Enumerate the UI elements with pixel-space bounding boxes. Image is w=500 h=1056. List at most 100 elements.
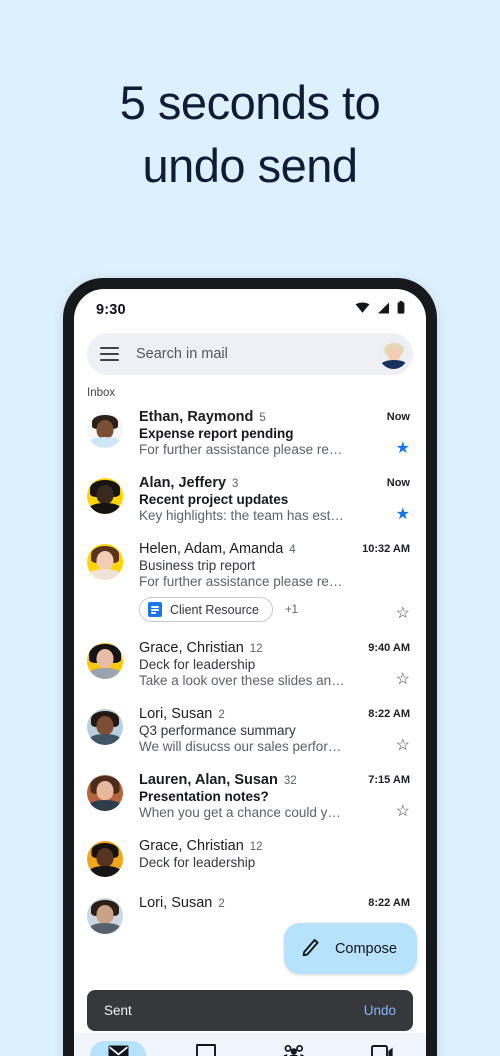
mail-senders: Grace, Christian xyxy=(139,838,244,854)
mail-senders: Helen, Adam, Amanda xyxy=(139,541,284,557)
mail-snippet: When you get a chance could you se xyxy=(139,805,348,820)
cellular-signal-icon xyxy=(377,301,390,319)
table-row[interactable]: Ethan, Raymond 5 Expense report pending For… xyxy=(74,400,426,466)
mail-snippet: For further assistance please reach ... xyxy=(139,442,348,457)
bottom-navigation xyxy=(74,1033,426,1056)
table-row[interactable]: Grace, Christian 12 Deck for leadership Tak… xyxy=(74,631,426,697)
mail-senders: Ethan, Raymond xyxy=(139,409,254,425)
star-icon[interactable]: ☆ xyxy=(396,738,410,754)
phone-frame: 9:30 Search in mail Inbox Ethan, Raymond… xyxy=(63,278,437,1056)
star-icon[interactable]: ★ xyxy=(396,441,410,457)
mail-thread-count: 3 xyxy=(232,478,239,490)
mail-content: Helen, Adam, Amanda 4 Business trip report… xyxy=(139,541,348,622)
mail-subject: Business trip report xyxy=(139,558,256,573)
avatar[interactable] xyxy=(87,478,123,514)
mail-thread-count: 12 xyxy=(249,841,263,853)
mail-subject: Recent project updates xyxy=(139,492,289,507)
mail-content: Grace, Christian 12 Deck for leadership Tak… xyxy=(139,640,348,688)
mail-snippet: For further assistance please reach... xyxy=(139,574,348,589)
document-icon xyxy=(148,602,162,617)
star-icon[interactable]: ☆ xyxy=(396,606,410,622)
pencil-edit-icon xyxy=(301,936,322,962)
table-row[interactable]: Alan, Jeffery 3 Recent project updates Key … xyxy=(74,466,426,532)
table-row[interactable]: Grace, Christian 12 Deck for leadership xyxy=(74,829,426,886)
video-camera-icon xyxy=(370,1044,394,1056)
mail-meta xyxy=(352,838,410,877)
spaces-tab-pill xyxy=(266,1041,322,1056)
mail-timestamp: 7:15 AM xyxy=(368,774,410,786)
mail-senders: Lori, Susan xyxy=(139,895,213,911)
star-icon[interactable]: ☆ xyxy=(396,672,410,688)
attachment-chip-label: Client Resource xyxy=(170,602,259,617)
avatar[interactable] xyxy=(87,709,123,745)
mail-timestamp: Now xyxy=(386,411,410,423)
page-title-line1: 5 seconds to xyxy=(119,76,381,129)
mail-snippet: Take a look over these slides and le... xyxy=(139,673,348,688)
avatar[interactable] xyxy=(87,775,123,811)
search-bar[interactable]: Search in mail xyxy=(87,333,413,375)
mail-timestamp: 8:22 AM xyxy=(368,897,410,909)
undo-button[interactable]: Undo xyxy=(364,1003,396,1018)
phone-screen: 9:30 Search in mail Inbox Ethan, Raymond… xyxy=(74,289,426,1056)
mail-sender-line: Lori, Susan 2 xyxy=(139,895,348,911)
mail-thread-count: 12 xyxy=(249,643,263,655)
page-title-line2: undo send xyxy=(142,138,358,192)
chat-tab[interactable] xyxy=(162,1033,250,1056)
mail-tab-pill xyxy=(90,1041,146,1056)
status-bar-clock: 9:30 xyxy=(96,302,126,318)
mail-tab[interactable] xyxy=(74,1033,162,1056)
mail-thread-count: 32 xyxy=(283,775,297,787)
inbox-label: Inbox xyxy=(87,387,116,399)
mail-snippet: Key highlights: the team has establi... xyxy=(139,508,348,523)
avatar[interactable] xyxy=(87,643,123,679)
attachment-chip[interactable]: Client Resource xyxy=(139,597,273,622)
wifi-icon xyxy=(355,301,370,319)
search-input[interactable]: Search in mail xyxy=(136,346,379,362)
mail-timestamp: 9:40 AM xyxy=(368,642,410,654)
avatar[interactable] xyxy=(87,412,123,448)
battery-icon xyxy=(397,301,405,319)
mail-subject: Deck for leadership xyxy=(139,657,256,672)
hamburger-menu-icon[interactable] xyxy=(100,347,119,361)
mail-thread-count: 4 xyxy=(289,544,296,556)
avatar[interactable] xyxy=(87,544,123,580)
attachment-more-count: +1 xyxy=(284,603,299,616)
mail-timestamp: Now xyxy=(386,477,410,489)
table-row[interactable]: Lori, Susan 2 Q3 performance summary We wil… xyxy=(74,697,426,763)
mail-senders: Lori, Susan xyxy=(139,706,213,722)
mail-meta: 7:15 AM ☆ xyxy=(352,772,410,820)
star-icon[interactable]: ★ xyxy=(396,507,410,523)
meet-tab[interactable] xyxy=(338,1033,426,1056)
chat-bubble-icon xyxy=(196,1043,216,1056)
mail-list: Ethan, Raymond 5 Expense report pending For… xyxy=(74,400,426,943)
table-row[interactable]: Lauren, Alan, Susan 32 Presentation notes?… xyxy=(74,763,426,829)
avatar[interactable] xyxy=(87,841,123,877)
mail-thread-count: 2 xyxy=(218,709,225,721)
mail-thread-count: 5 xyxy=(259,412,266,424)
mail-timestamp: 10:32 AM xyxy=(362,543,410,555)
mail-sender-line: Ethan, Raymond 5 xyxy=(139,409,348,425)
mail-sender-line: Lori, Susan 2 xyxy=(139,706,348,722)
mail-subject: Presentation notes? xyxy=(139,789,269,804)
mail-snippet: We will disucss our sales performan... xyxy=(139,739,348,754)
mail-content: Alan, Jeffery 3 Recent project updates Key … xyxy=(139,475,348,523)
mail-subject: Expense report pending xyxy=(139,426,294,441)
avatar[interactable] xyxy=(87,898,123,934)
mail-meta: 9:40 AM ☆ xyxy=(352,640,410,688)
mail-meta: Now ★ xyxy=(352,475,410,523)
status-bar: 9:30 xyxy=(74,289,426,331)
snackbar-message: Sent xyxy=(104,1003,132,1018)
mail-content: Lori, Susan 2 Q3 performance summary We wil… xyxy=(139,706,348,754)
mail-sender-line: Lauren, Alan, Susan 32 xyxy=(139,772,348,788)
star-icon[interactable]: ☆ xyxy=(396,804,410,820)
mail-sender-line: Grace, Christian 12 xyxy=(139,838,348,854)
mail-content: Lori, Susan 2 xyxy=(139,895,348,911)
mail-meta: 10:32 AM ☆ xyxy=(352,541,410,622)
account-avatar[interactable] xyxy=(379,339,408,369)
compose-label: Compose xyxy=(334,940,397,957)
spaces-tab[interactable] xyxy=(250,1033,338,1056)
mail-content: Lauren, Alan, Susan 32 Presentation notes?… xyxy=(139,772,348,820)
compose-button[interactable]: Compose xyxy=(283,923,417,974)
mail-timestamp: 8:22 AM xyxy=(368,708,410,720)
table-row[interactable]: Helen, Adam, Amanda 4 Business trip report… xyxy=(74,532,426,631)
